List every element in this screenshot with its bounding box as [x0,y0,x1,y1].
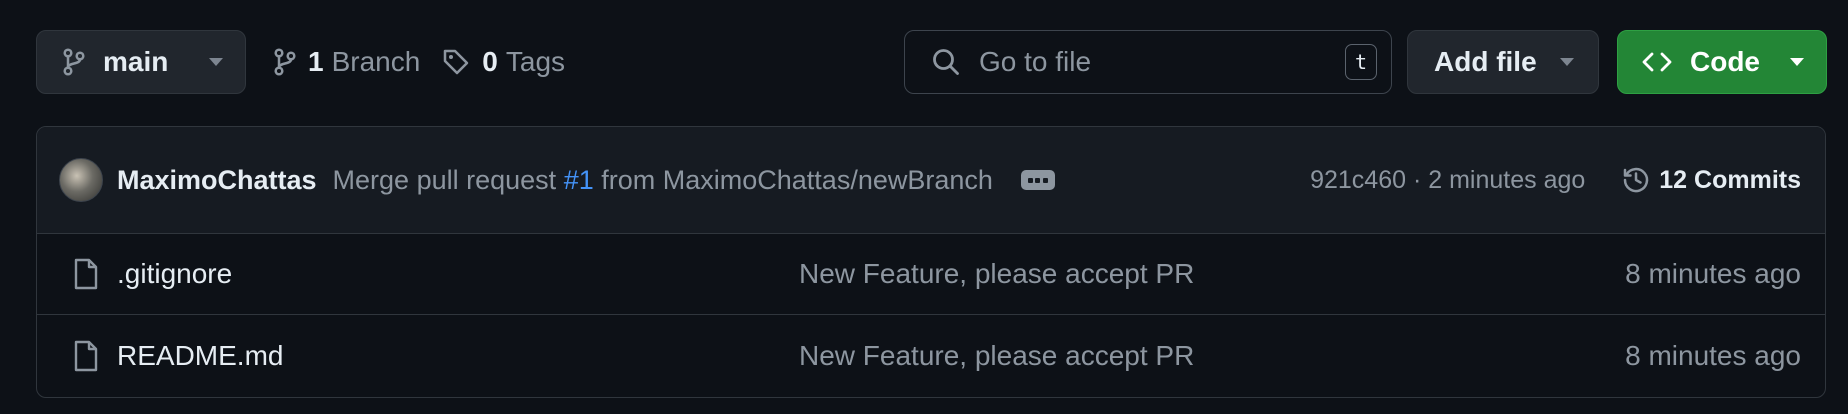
commit-sha-time[interactable]: 921c460 · 2 minutes ago [1310,166,1585,195]
avatar[interactable] [59,158,103,202]
file-list-box: MaximoChattas Merge pull request #1 from… [36,126,1826,398]
add-file-button[interactable]: Add file [1407,30,1599,94]
branch-select-button[interactable]: main [36,30,246,94]
tag-icon [442,48,470,76]
git-branch-icon [63,48,85,76]
commit-message[interactable]: Merge pull request #1 from MaximoChattas… [333,165,993,196]
file-commit-message[interactable]: New Feature, please accept PR [799,258,1194,290]
history-icon [1621,165,1651,195]
code-icon [1642,50,1672,74]
branches-link[interactable]: 1 Branch [274,46,420,78]
search-icon [931,47,961,77]
chevron-down-icon [209,58,223,66]
add-file-label: Add file [1434,46,1537,77]
repo-files-view: main 1 Branch 0 Tags Go to file t Add fi… [0,0,1848,414]
branches-count: 1 [308,46,324,77]
branches-label: Branch [331,46,421,77]
file-commit-time: 8 minutes ago [1625,339,1801,371]
code-button[interactable]: Code [1617,30,1827,94]
tags-link[interactable]: 0 Tags [442,46,565,78]
file-commit-message[interactable]: New Feature, please accept PR [799,340,1194,372]
file-commit-time: 8 minutes ago [1625,258,1801,289]
file-row[interactable]: README.md New Feature, please accept PR … [37,315,1825,396]
commits-link[interactable]: 12 Commits [1621,165,1801,195]
go-to-file-search[interactable]: t [904,30,1392,94]
commit-author[interactable]: MaximoChattas [117,165,317,196]
file-icon [73,340,99,372]
commits-count: 12 Commits [1659,165,1801,194]
chevron-down-icon [1790,58,1804,66]
git-branch-icon [274,48,296,76]
commit-message-prefix: Merge pull request [332,164,557,195]
file-name[interactable]: README.md [117,340,799,372]
latest-commit-bar: MaximoChattas Merge pull request #1 from… [37,127,1825,234]
file-name[interactable]: .gitignore [117,258,799,290]
tags-count: 0 [482,46,498,77]
keyboard-shortcut-hint: t [1345,44,1377,80]
commit-message-suffix: from MaximoChattas/newBranch [601,164,993,195]
search-input[interactable] [977,45,1345,79]
code-label: Code [1690,46,1760,77]
file-row[interactable]: .gitignore New Feature, please accept PR… [37,234,1825,315]
branch-name: main [103,46,169,77]
pr-link[interactable]: #1 [564,165,594,195]
chevron-down-icon [1560,58,1574,66]
file-icon [73,258,99,290]
repo-toolbar: main 1 Branch 0 Tags Go to file t Add fi… [36,30,1827,94]
tags-label: Tags [505,46,566,77]
ellipsis-icon[interactable] [1020,170,1055,190]
